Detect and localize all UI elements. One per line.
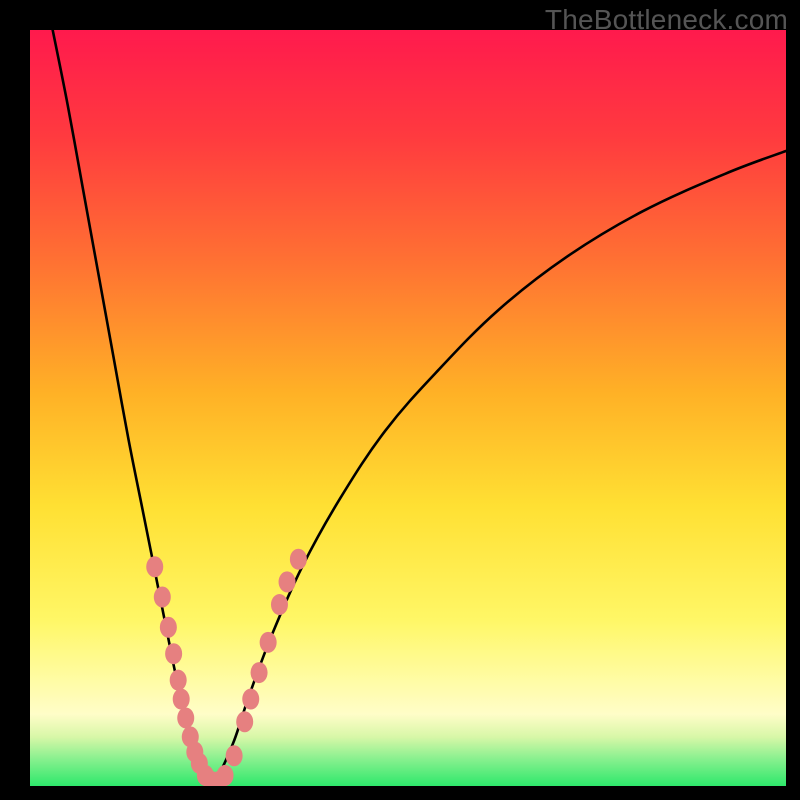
sample-dot <box>271 594 288 615</box>
plot-area <box>30 30 786 786</box>
sample-dot <box>279 571 296 592</box>
sample-dots <box>146 549 307 786</box>
curve-layer <box>30 30 786 786</box>
sample-dot <box>177 707 194 728</box>
sample-dot <box>146 556 163 577</box>
sample-dot <box>154 587 171 608</box>
watermark-text: TheBottleneck.com <box>545 4 788 36</box>
chart-stage: TheBottleneck.com <box>0 0 800 800</box>
sample-dot <box>236 711 253 732</box>
sample-dot <box>226 745 243 766</box>
sample-dot <box>160 617 177 638</box>
sample-dot <box>251 662 268 683</box>
curve-right-branch <box>211 151 786 786</box>
sample-dot <box>165 643 182 664</box>
sample-dot <box>170 670 187 691</box>
sample-dot <box>217 765 234 786</box>
sample-dot <box>260 632 277 653</box>
curve-left-branch <box>53 30 212 786</box>
sample-dot <box>173 689 190 710</box>
sample-dot <box>290 549 307 570</box>
sample-dot <box>242 689 259 710</box>
